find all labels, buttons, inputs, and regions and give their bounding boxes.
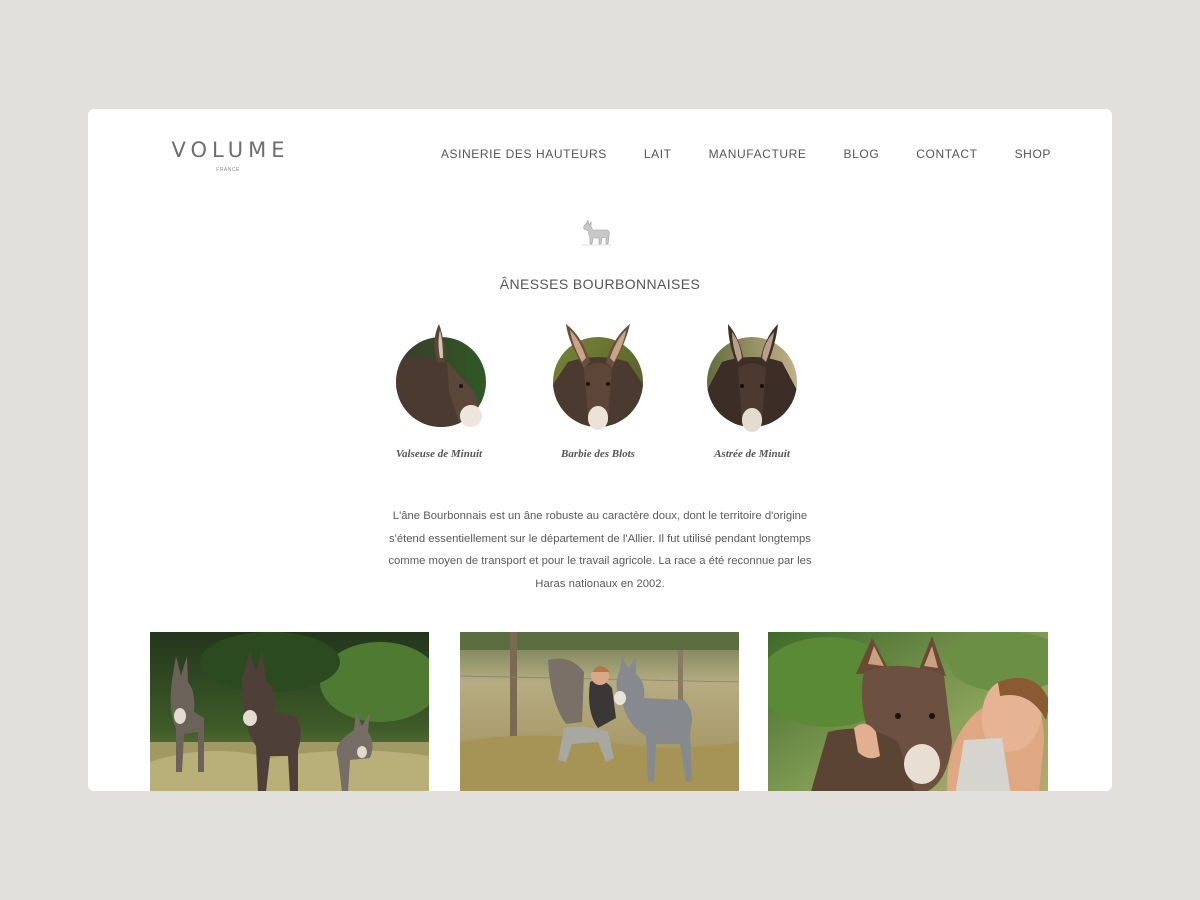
- breed-description: L'âne Bourbonnais est un âne robuste au …: [388, 510, 812, 591]
- donkey-portrait-image: [553, 324, 643, 430]
- donkey-name: Barbie des Blots: [561, 448, 635, 460]
- donkey-icon: [582, 220, 611, 246]
- nav-item-blog[interactable]: BLOG: [844, 147, 880, 161]
- nav-item-asinerie[interactable]: ASINERIE DES HAUTEURS: [441, 147, 607, 161]
- nav-item-shop[interactable]: SHOP: [1015, 147, 1051, 161]
- logo-wordmark: VOLUME: [171, 138, 290, 162]
- gallery-photo[interactable]: [150, 632, 429, 791]
- woman-hugging-donkey-image: [768, 632, 1048, 791]
- donkey-portraits: Valseuse de Minuit Barbie des Blots Astr…: [384, 322, 814, 472]
- donkey-portrait-image: [707, 324, 797, 432]
- donkey-portrait-image: [396, 324, 486, 427]
- woman-with-donkey-image: [460, 632, 739, 791]
- nav-item-manufacture[interactable]: MANUFACTURE: [709, 147, 807, 161]
- main-nav: ASINERIE DES HAUTEURS LAIT MANUFACTURE B…: [441, 147, 1051, 161]
- logo[interactable]: VOLUME FRANCE: [166, 139, 290, 173]
- section-title: ÂNESSES BOURBONNAISES: [499, 276, 701, 292]
- gallery-photo[interactable]: [768, 632, 1048, 791]
- donkeys-in-field-image: [150, 632, 429, 791]
- donkey-name: Astrée de Minuit: [714, 448, 790, 460]
- donkey-card[interactable]: Valseuse de Minuit: [369, 322, 509, 460]
- donkey-card[interactable]: Barbie des Blots: [528, 322, 668, 460]
- browser-frame: VOLUME FRANCE ASINERIE DES HAUTEURS LAIT…: [88, 109, 1112, 791]
- nav-item-lait[interactable]: LAIT: [644, 147, 672, 161]
- donkey-name: Valseuse de Minuit: [395, 448, 483, 460]
- nav-item-contact[interactable]: CONTACT: [916, 147, 977, 161]
- donkey-card[interactable]: Astrée de Minuit: [682, 322, 822, 460]
- gallery-photo[interactable]: [460, 632, 739, 791]
- logo-subtitle: FRANCE: [216, 167, 240, 173]
